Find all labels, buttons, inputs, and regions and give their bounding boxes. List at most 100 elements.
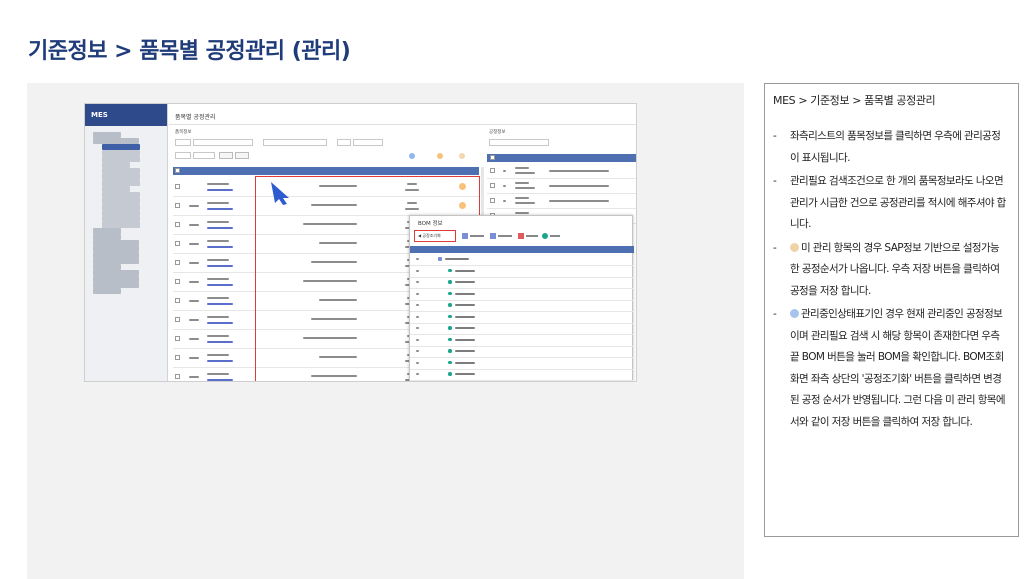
process-row-text bbox=[515, 202, 535, 204]
row-link[interactable] bbox=[207, 208, 233, 210]
bom-node-icon bbox=[448, 337, 452, 341]
sidebar-item[interactable] bbox=[93, 234, 121, 240]
filter-select[interactable] bbox=[193, 139, 253, 146]
bom-row-divider bbox=[410, 334, 634, 335]
row-link[interactable] bbox=[207, 379, 233, 381]
bom-node-text bbox=[455, 269, 475, 272]
sidebar-item[interactable] bbox=[93, 228, 121, 234]
sidebar-item[interactable] bbox=[102, 162, 130, 168]
filter-select[interactable] bbox=[353, 139, 383, 146]
row-text bbox=[207, 354, 229, 356]
row-checkbox[interactable] bbox=[175, 355, 180, 360]
process-row-text bbox=[549, 170, 609, 172]
bom-row-divider bbox=[410, 265, 634, 266]
row-link[interactable] bbox=[207, 360, 233, 362]
reset-button[interactable] bbox=[235, 152, 249, 159]
process-row-checkbox[interactable] bbox=[490, 198, 495, 203]
row-link[interactable] bbox=[207, 341, 233, 343]
bom-node-text bbox=[455, 327, 475, 329]
row-link[interactable] bbox=[207, 227, 233, 229]
process-row-checkbox[interactable] bbox=[490, 183, 495, 188]
bom-node-icon bbox=[448, 303, 452, 307]
row-link[interactable] bbox=[207, 246, 233, 248]
select-all-process-checkbox[interactable] bbox=[490, 155, 495, 160]
filter-input[interactable] bbox=[263, 139, 327, 146]
sidebar-item[interactable] bbox=[93, 138, 139, 144]
row-checkbox[interactable] bbox=[175, 241, 180, 246]
row-checkbox[interactable] bbox=[175, 279, 180, 284]
process-reset-button[interactable]: ◀ 공정조기화 bbox=[416, 232, 443, 240]
filter-select[interactable] bbox=[193, 152, 215, 159]
sidebar-item[interactable] bbox=[102, 204, 140, 210]
pointer-arrow-icon bbox=[271, 182, 289, 205]
row-checkbox[interactable] bbox=[175, 184, 180, 189]
row-checkbox[interactable] bbox=[175, 298, 180, 303]
row-checkbox[interactable] bbox=[175, 336, 180, 341]
sidebar-item[interactable] bbox=[102, 168, 140, 174]
sidebar-item[interactable] bbox=[93, 282, 139, 288]
row-link[interactable] bbox=[207, 189, 233, 191]
bom-popup: BOM 정보 ◀ 공정조기화 bbox=[409, 215, 634, 381]
sidebar-item[interactable] bbox=[102, 216, 140, 222]
bom-row-divider bbox=[410, 311, 634, 312]
mes-screenshot: MES 품목별 공정관리 품목정보 공정정보 BOM 정보 ◀ 공정조기화 bbox=[84, 103, 637, 382]
sidebar-item[interactable] bbox=[102, 192, 140, 198]
slide-title: 기준정보 > 품목별 공정관리 (관리) bbox=[28, 39, 351, 64]
sidebar-item[interactable] bbox=[102, 174, 140, 180]
row-checkbox[interactable] bbox=[175, 203, 180, 208]
bullet: - bbox=[773, 241, 777, 254]
bom-row-divider bbox=[410, 276, 634, 278]
legend-unmanaged-dot bbox=[437, 153, 443, 159]
toolbar-label bbox=[526, 235, 538, 237]
row-link[interactable] bbox=[207, 322, 233, 324]
row-text bbox=[189, 376, 199, 378]
row-checkbox[interactable] bbox=[175, 317, 180, 322]
sidebar-item[interactable] bbox=[93, 270, 139, 276]
bom-node-text bbox=[455, 281, 475, 283]
sidebar-item[interactable] bbox=[93, 258, 139, 264]
row-checkbox[interactable] bbox=[175, 374, 180, 379]
bom-row-level bbox=[416, 373, 419, 375]
process-filter[interactable] bbox=[489, 139, 549, 146]
sidebar-item[interactable] bbox=[93, 252, 139, 258]
sidebar-item[interactable] bbox=[102, 210, 140, 216]
row-link[interactable] bbox=[207, 303, 233, 305]
row-link[interactable] bbox=[207, 265, 233, 267]
sidebar-item[interactable] bbox=[93, 276, 139, 282]
sidebar-item[interactable] bbox=[93, 264, 121, 270]
bom-node-icon bbox=[448, 280, 452, 284]
process-row-checkbox[interactable] bbox=[490, 168, 495, 173]
sidebar-item[interactable] bbox=[102, 180, 140, 186]
note-text: 관리필요 검색조건으로 한 개의 품목정보라도 나오면 관리가 시급한 건으로 … bbox=[790, 175, 1006, 230]
sidebar-item[interactable] bbox=[102, 186, 130, 192]
legend-needed-dot bbox=[459, 153, 465, 159]
row-link[interactable] bbox=[207, 284, 233, 286]
bom-node-icon bbox=[448, 360, 452, 364]
note-item-3: - 미 관리 항목의 경우 SAP정보 기반으로 설정가능한 공정순서가 나옵니… bbox=[773, 238, 1008, 303]
sidebar-item[interactable] bbox=[102, 156, 140, 162]
sidebar-item[interactable] bbox=[102, 150, 140, 156]
row-text bbox=[207, 202, 229, 204]
bom-row-level bbox=[416, 292, 419, 295]
sidebar-item[interactable] bbox=[102, 198, 140, 204]
sidebar-item[interactable] bbox=[93, 132, 121, 138]
delete-icon[interactable] bbox=[518, 233, 524, 239]
search-button[interactable] bbox=[219, 152, 233, 159]
sidebar-item-active[interactable] bbox=[102, 144, 140, 150]
row-checkbox[interactable] bbox=[175, 260, 180, 265]
expand-icon[interactable] bbox=[462, 233, 468, 239]
select-all-checkbox[interactable] bbox=[175, 168, 180, 173]
row-checkbox[interactable] bbox=[175, 222, 180, 227]
collapse-icon[interactable] bbox=[490, 233, 496, 239]
sidebar-item[interactable] bbox=[102, 222, 140, 228]
sidebar-item[interactable] bbox=[93, 246, 139, 252]
row-text bbox=[189, 300, 199, 302]
note-text: 좌측리스트의 품목정보를 클릭하면 우측에 관리공정이 표시됩니다. bbox=[790, 130, 1001, 164]
note-item-2: - 관리필요 검색조건으로 한 개의 품목정보라도 나오면 관리가 시급한 건으… bbox=[773, 171, 1008, 236]
bom-node-icon bbox=[448, 291, 452, 295]
sidebar-item[interactable] bbox=[93, 240, 139, 246]
left-grid-header bbox=[173, 167, 479, 175]
note-path: MES > 기준정보 > 품목별 공정관리 bbox=[773, 94, 936, 107]
sidebar-item[interactable] bbox=[93, 287, 121, 294]
row-text bbox=[207, 183, 229, 185]
